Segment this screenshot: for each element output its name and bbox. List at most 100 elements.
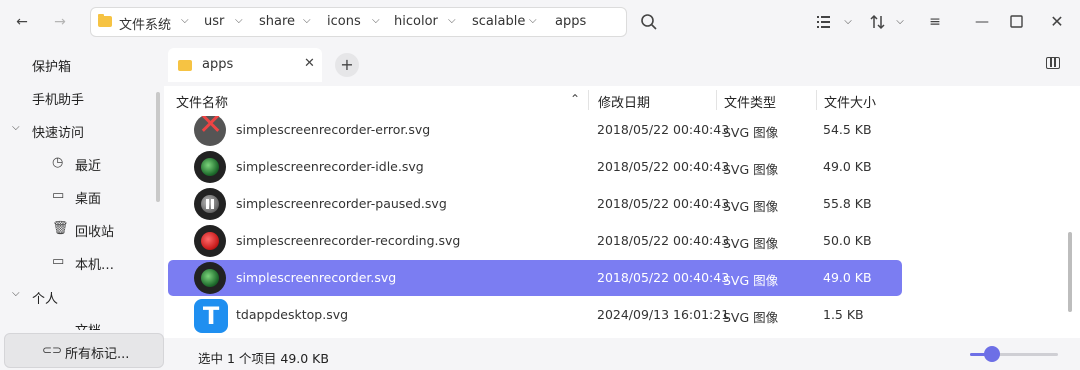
zoom-slider[interactable] bbox=[970, 346, 1058, 362]
sidebar-item-desktop[interactable]: 桌面 bbox=[75, 188, 101, 207]
file-size: 54.5 KB bbox=[823, 122, 872, 137]
file-size: 49.0 KB bbox=[823, 159, 872, 174]
sidebar-item-personal[interactable]: 个人 bbox=[32, 288, 58, 307]
maximize-icon[interactable] bbox=[1010, 15, 1024, 29]
chevron-down-icon[interactable]: ⌵ bbox=[838, 12, 858, 32]
zoom-slider-handle[interactable] bbox=[984, 346, 1000, 362]
trash-icon: 🗑 bbox=[52, 221, 69, 236]
chevron-down-icon[interactable]: ⌵ bbox=[372, 15, 380, 26]
chevron-down-icon[interactable]: ⌵ bbox=[448, 15, 456, 26]
sidebar-item-trash[interactable]: 回收站 bbox=[75, 221, 114, 240]
error-icon: ✕ bbox=[194, 116, 226, 146]
file-name: simplescreenrecorder-idle.svg bbox=[236, 159, 424, 174]
breadcrumb-item-icons[interactable]: icons bbox=[327, 14, 361, 29]
minimize-icon[interactable]: — bbox=[972, 12, 992, 32]
table-row-selected[interactable]: simplescreenrecorder.svg 2018/05/22 00:4… bbox=[168, 260, 902, 296]
column-divider[interactable] bbox=[588, 90, 589, 110]
desktop-icon: ▭ bbox=[52, 188, 65, 203]
list-view-icon[interactable] bbox=[816, 14, 832, 30]
chevron-down-icon[interactable]: ⌵ bbox=[12, 122, 20, 133]
table-row[interactable]: T tdappdesktop.svg 2024/09/13 16:01:21 S… bbox=[168, 297, 902, 333]
sidebar-item-quick-access[interactable]: 快速访问 bbox=[32, 122, 84, 141]
file-list-scrollbar[interactable] bbox=[1068, 232, 1072, 312]
sort-icon[interactable] bbox=[870, 14, 886, 30]
table-row[interactable]: simplescreenrecorder-paused.svg 2018/05/… bbox=[168, 186, 902, 222]
all-tags-button[interactable]: ⊂⊃ 所有标记... bbox=[4, 333, 164, 368]
back-arrow-icon[interactable]: ← bbox=[12, 12, 32, 32]
breadcrumb-item-usr[interactable]: usr bbox=[204, 14, 224, 29]
folder-icon bbox=[178, 60, 192, 71]
table-row[interactable]: simplescreenrecorder-recording.svg 2018/… bbox=[168, 223, 902, 259]
sidebar: 保护箱 手机助手 ⌵ 快速访问 ◷ 最近 ▭ 桌面 🗑 回收站 ▭ 本机… ⌵ … bbox=[0, 44, 164, 370]
file-size: 1.5 KB bbox=[823, 307, 864, 322]
chevron-down-icon[interactable]: ⌵ bbox=[235, 15, 243, 26]
chevron-down-icon[interactable]: ⌵ bbox=[181, 15, 189, 26]
tab-bar: apps ✕ + bbox=[164, 44, 1080, 86]
status-bar: 选中 1 个项目 49.0 KB bbox=[164, 338, 1080, 370]
folder-outline-icon: ▭ bbox=[52, 254, 65, 269]
column-divider[interactable] bbox=[716, 90, 717, 110]
sidebar-item-recent[interactable]: 最近 bbox=[75, 155, 101, 174]
sidebar-item-phone-assistant[interactable]: 手机助手 bbox=[32, 89, 84, 108]
file-size: 50.0 KB bbox=[823, 233, 872, 248]
file-date: 2018/05/22 00:40:43 bbox=[597, 196, 730, 211]
breadcrumb-item-hicolor[interactable]: hicolor bbox=[394, 14, 438, 29]
column-header-type[interactable]: 文件类型 bbox=[724, 92, 776, 111]
file-type: SVG 图像 bbox=[723, 236, 779, 251]
tab-label: apps bbox=[202, 57, 234, 72]
file-date: 2018/05/22 00:40:43 bbox=[597, 122, 730, 137]
camera-lens-icon bbox=[194, 151, 226, 183]
close-icon[interactable]: ✕ bbox=[304, 56, 315, 71]
breadcrumb-item-scalable[interactable]: scalable bbox=[472, 14, 525, 29]
chevron-down-icon[interactable]: ⌵ bbox=[12, 288, 20, 299]
status-text: 选中 1 个项目 49.0 KB bbox=[198, 351, 329, 366]
file-date: 2024/09/13 16:01:21 bbox=[597, 307, 730, 322]
breadcrumb-item-filesystem[interactable]: 文件系统 bbox=[119, 14, 171, 33]
file-type: SVG 图像 bbox=[723, 199, 779, 214]
file-size: 55.8 KB bbox=[823, 196, 872, 211]
file-type: SVG 图像 bbox=[723, 310, 779, 325]
table-row[interactable]: ✕ simplescreenrecorder-error.svg 2018/05… bbox=[168, 116, 902, 148]
file-name: simplescreenrecorder-recording.svg bbox=[236, 233, 461, 248]
breadcrumb: 文件系统 ⌵ usr ⌵ share ⌵ icons ⌵ hicolor ⌵ s… bbox=[90, 7, 627, 37]
chevron-down-icon[interactable]: ⌵ bbox=[303, 15, 311, 26]
chevron-down-icon[interactable]: ⌵ bbox=[890, 12, 910, 32]
column-header-date[interactable]: 修改日期 bbox=[598, 92, 650, 111]
toolbar: ← → 文件系统 ⌵ usr ⌵ share ⌵ icons ⌵ hicolor… bbox=[0, 0, 1080, 44]
search-icon[interactable] bbox=[640, 13, 658, 31]
sidebar-item-computer[interactable]: 本机… bbox=[75, 254, 114, 273]
breadcrumb-item-share[interactable]: share bbox=[259, 14, 295, 29]
sidebar-item-vault[interactable]: 保护箱 bbox=[32, 56, 71, 75]
chevron-down-icon[interactable]: ⌵ bbox=[529, 15, 537, 26]
columns-view-icon[interactable] bbox=[1046, 57, 1060, 69]
file-view: apps ✕ + 文件名称 ⌃ 修改日期 文件类型 文件大小 ✕ simples… bbox=[164, 44, 1080, 370]
tag-icon: ⊂⊃ bbox=[42, 343, 63, 357]
camera-lens-icon bbox=[194, 262, 226, 294]
column-divider[interactable] bbox=[816, 90, 817, 110]
column-header-name[interactable]: 文件名称 bbox=[176, 92, 228, 111]
file-list: ✕ simplescreenrecorder-error.svg 2018/05… bbox=[164, 116, 1080, 338]
breadcrumb-item-apps[interactable]: apps bbox=[555, 14, 586, 29]
file-size: 49.0 KB bbox=[823, 270, 872, 285]
folder-icon bbox=[98, 14, 112, 27]
add-tab-button[interactable]: + bbox=[335, 53, 359, 77]
td-app-icon: T bbox=[194, 299, 228, 333]
file-type: SVG 图像 bbox=[723, 162, 779, 177]
all-tags-label: 所有标记... bbox=[65, 347, 130, 362]
column-header-size[interactable]: 文件大小 bbox=[824, 92, 876, 111]
close-icon[interactable]: ✕ bbox=[1047, 12, 1067, 32]
file-name: tdappdesktop.svg bbox=[236, 307, 349, 322]
tab-apps[interactable]: apps ✕ bbox=[168, 48, 322, 82]
file-date: 2018/05/22 00:40:43 bbox=[597, 159, 730, 174]
menu-icon[interactable]: ≡ bbox=[925, 12, 945, 32]
file-type: SVG 图像 bbox=[723, 125, 779, 140]
forward-arrow-icon[interactable]: → bbox=[50, 12, 70, 32]
sidebar-scrollbar[interactable] bbox=[156, 92, 160, 202]
file-name: simplescreenrecorder-error.svg bbox=[236, 122, 431, 137]
file-date: 2018/05/22 00:40:43 bbox=[597, 270, 730, 285]
table-row[interactable]: simplescreenrecorder-idle.svg 2018/05/22… bbox=[168, 149, 902, 185]
sort-ascending-icon[interactable]: ⌃ bbox=[570, 92, 580, 106]
recording-icon bbox=[194, 225, 226, 257]
sidebar-item-documents[interactable]: 文档 bbox=[75, 320, 101, 330]
clock-icon: ◷ bbox=[52, 155, 64, 170]
